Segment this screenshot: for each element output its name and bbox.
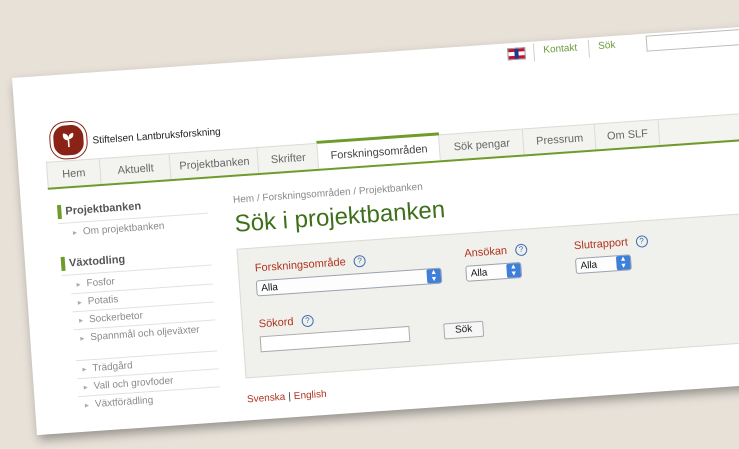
help-icon[interactable]: ?: [301, 314, 314, 328]
sidebar-item-label: Fosfor: [86, 276, 116, 290]
sidebar-marker: [60, 256, 66, 272]
application-label: Ansökan?: [463, 243, 528, 260]
sidebar-item-potatis[interactable]: ▸ Potatis: [77, 294, 119, 308]
divider: [587, 39, 590, 58]
select-caret-icon: ▲ ▼: [506, 263, 522, 278]
sidebar-item-om-projektbanken[interactable]: ▸ Om projektbanken: [73, 221, 165, 238]
browser-page: Kontakt Sök Stiftelsen Lantbruksforsknin…: [12, 26, 739, 436]
search-button[interactable]: Sök: [443, 320, 485, 340]
sidebar-item-label: Växtförädling: [94, 394, 154, 410]
chevron-right-icon: ▸: [84, 400, 90, 410]
divider: [532, 43, 536, 62]
final-report-select[interactable]: Alla ▲ ▼: [574, 254, 632, 275]
main-nav: Hem Aktuellt Projektbanken Skrifter Fors…: [45, 111, 739, 189]
leaf-logo-icon: [62, 132, 74, 148]
language-separator: |: [287, 391, 292, 403]
language-switcher: Svenska | English: [247, 389, 327, 406]
help-icon[interactable]: ?: [514, 243, 528, 257]
search-form-panel: Forskningsområde? Alla ▲ ▼ Ansökan? Alla ▲ ▼…: [236, 210, 739, 379]
sidebar-item-label: Trädgård: [92, 360, 133, 375]
chevron-right-icon: ▸: [82, 364, 87, 374]
keyword-label-text: Sökord: [258, 315, 294, 331]
search-label: Sök: [597, 39, 616, 53]
sidebar-item-fosfor[interactable]: ▸ Fosfor: [76, 276, 115, 290]
help-icon[interactable]: ?: [353, 254, 367, 268]
screenshot-stage: Kontakt Sök Stiftelsen Lantbruksforsknin…: [0, 0, 739, 449]
org-name: Stiftelsen Lantbruksforskning: [92, 126, 222, 147]
sidebar-item-vaxtforadling[interactable]: ▸ Växtförädling: [85, 395, 154, 411]
application-label-text: Ansökan: [463, 244, 508, 260]
chevron-right-icon: ▸: [76, 279, 81, 289]
final-report-label-text: Slutrapport: [573, 236, 629, 253]
slf-logo[interactable]: [49, 121, 88, 160]
chevron-right-icon: ▸: [77, 297, 83, 307]
sidebar-divider: [75, 350, 218, 362]
application-select[interactable]: Alla ▲ ▼: [465, 261, 523, 282]
keyword-label: Sökord?: [258, 314, 314, 331]
site-search-input[interactable]: [645, 27, 739, 52]
sidebar-marker: [56, 204, 62, 220]
uk-flag-icon[interactable]: [507, 47, 526, 61]
chevron-right-icon: ▸: [78, 315, 84, 325]
area-select-value: Alla: [260, 281, 279, 295]
select-caret-icon: ▲ ▼: [615, 255, 631, 271]
sidebar-item-tradgard[interactable]: ▸ Trädgård: [82, 360, 133, 374]
final-report-label: Slutrapport?: [573, 235, 649, 253]
keyword-input[interactable]: [259, 325, 411, 353]
sidebar-section-title[interactable]: Projektbanken: [65, 200, 141, 217]
chevron-right-icon: ▸: [83, 382, 89, 392]
language-swedish-link[interactable]: Svenska: [247, 392, 286, 406]
area-label: Forskningsområde?: [254, 254, 367, 275]
application-select-value: Alla: [470, 267, 488, 280]
final-report-select-value: Alla: [580, 259, 598, 272]
sidebar-section-title[interactable]: Växtodling: [69, 254, 126, 270]
select-caret-icon: ▲ ▼: [426, 268, 442, 284]
sidebar-item-sockerbetor[interactable]: ▸ Sockerbetor: [78, 310, 144, 326]
help-icon[interactable]: ?: [635, 235, 649, 248]
chevron-right-icon: ▸: [80, 333, 85, 343]
area-label-text: Forskningsområde: [254, 256, 347, 275]
sidebar-item-label: Potatis: [87, 294, 119, 308]
sidebar-item-label: Sockerbetor: [88, 310, 144, 326]
sidebar-item-label: Om projektbanken: [82, 220, 165, 238]
chevron-right-icon: ▸: [72, 227, 78, 238]
language-english-link[interactable]: English: [293, 389, 326, 402]
contact-link[interactable]: Kontakt: [543, 43, 578, 56]
